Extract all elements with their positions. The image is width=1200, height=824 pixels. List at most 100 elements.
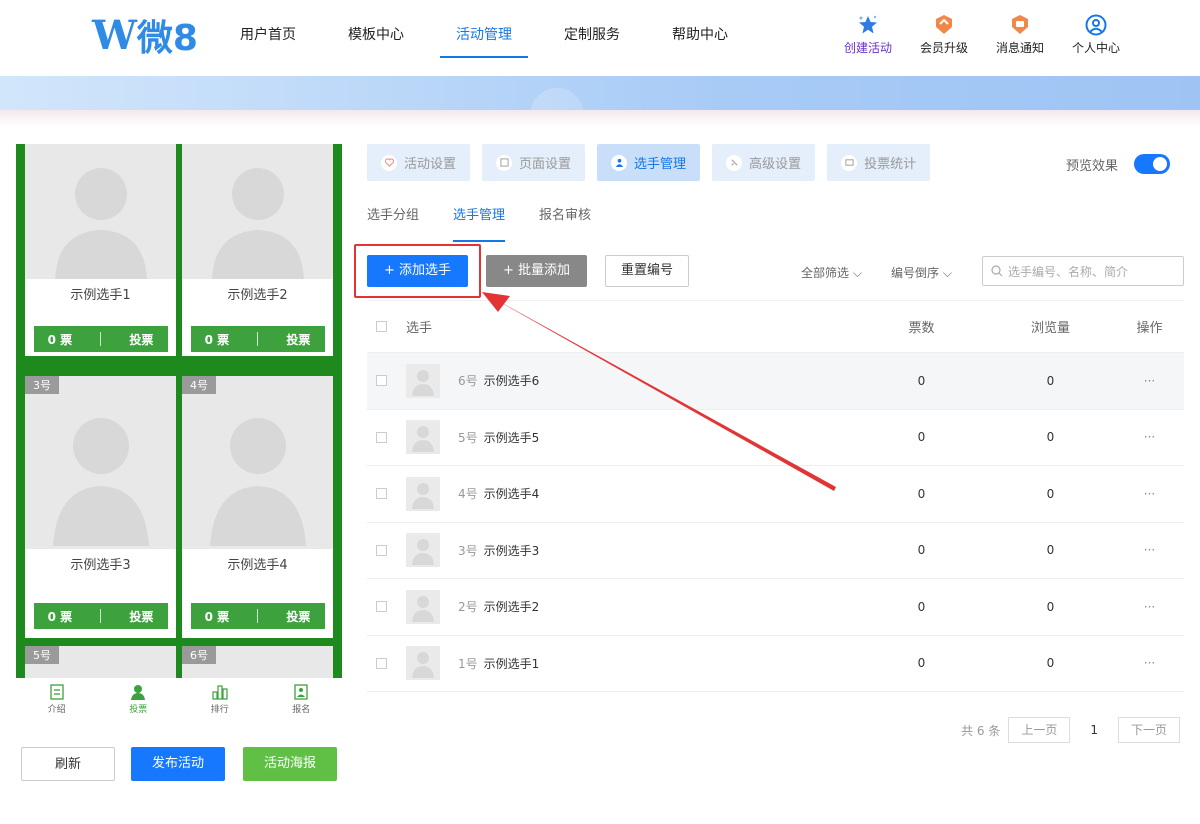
- settings-icon: [726, 154, 743, 171]
- vote-count-cell: 0: [917, 656, 926, 671]
- tab-vote-label: 投票: [129, 704, 148, 715]
- step-advanced-settings[interactable]: 高级设置: [712, 144, 816, 181]
- member-upgrade-button[interactable]: 会员升级: [906, 14, 982, 56]
- vote-button[interactable]: 0 票 投票: [190, 603, 325, 629]
- nav-item-custom[interactable]: 定制服务: [564, 0, 620, 70]
- step-page-settings[interactable]: 页面设置: [482, 144, 586, 181]
- row-checkbox[interactable]: [376, 601, 387, 613]
- search-input[interactable]: 选手编号、名称、简介: [982, 256, 1184, 286]
- step-player-manage[interactable]: 选手管理: [597, 144, 701, 181]
- banner-shadow: [0, 110, 1200, 126]
- nav-item-templates[interactable]: 模板中心: [348, 0, 404, 70]
- vote-count-cell: 0: [917, 599, 926, 614]
- tab-player-groups[interactable]: 选手分组: [367, 205, 419, 241]
- vote-divider: [257, 609, 259, 623]
- nav-item-help[interactable]: 帮助中心: [672, 0, 728, 70]
- tab-rank-label: 排行: [210, 704, 229, 715]
- order-label: 编号倒序: [891, 266, 940, 280]
- header-views: 浏览量: [1030, 321, 1070, 336]
- player-name: 示例选手4: [483, 487, 540, 502]
- person-icon: [130, 684, 146, 700]
- table-row[interactable]: 1号 示例选手1 0 0 ···: [367, 636, 1184, 692]
- vote-button[interactable]: 0 票 投票: [190, 326, 325, 352]
- vote-count: 0 票: [204, 609, 230, 624]
- number-tag: 4号: [182, 376, 216, 394]
- table-row[interactable]: 3号 示例选手3 0 0 ···: [367, 523, 1184, 579]
- row-checkbox[interactable]: [376, 488, 387, 500]
- row-checkbox[interactable]: [376, 431, 387, 443]
- bell-badge-icon: [1009, 14, 1031, 36]
- logo-text: 微8: [136, 18, 198, 59]
- star-icon: [857, 14, 879, 36]
- vote-button[interactable]: 0 票 投票: [33, 603, 168, 629]
- step-label: 高级设置: [749, 157, 802, 172]
- table-row[interactable]: 4号 示例选手4 0 0 ···: [367, 466, 1184, 523]
- poster-button[interactable]: 活动海报: [243, 747, 337, 781]
- message-notice-button[interactable]: 消息通知: [982, 14, 1058, 56]
- tab-rank[interactable]: 排行: [179, 678, 261, 720]
- all-filter-dropdown[interactable]: 全部筛选 ⌵: [801, 264, 862, 281]
- table-header: 选手 票数 浏览量 操作: [367, 300, 1184, 353]
- tab-vote[interactable]: 投票: [98, 678, 180, 720]
- step-vote-stats[interactable]: 投票统计: [827, 144, 931, 181]
- refresh-button[interactable]: 刷新: [21, 747, 115, 781]
- logo-w: W: [92, 11, 137, 59]
- member-upgrade-label: 会员升级: [919, 41, 968, 55]
- tab-intro[interactable]: 介绍: [16, 678, 98, 720]
- avatar: [406, 420, 440, 455]
- avatar-placeholder: [182, 144, 333, 279]
- vote-count-cell: 0: [917, 373, 926, 388]
- order-dropdown[interactable]: 编号倒序 ⌵: [891, 264, 952, 281]
- tab-signup-review[interactable]: 报名审核: [539, 205, 591, 241]
- document-icon: [49, 683, 65, 700]
- prev-page-button[interactable]: 上一页: [1008, 717, 1071, 743]
- heart-icon: [381, 154, 397, 171]
- nav-item-home[interactable]: 用户首页: [240, 0, 296, 70]
- select-all-checkbox[interactable]: [376, 321, 387, 332]
- nav-item-activity[interactable]: 活动管理: [440, 0, 528, 70]
- more-options-icon[interactable]: ···: [1115, 374, 1184, 388]
- next-page-button[interactable]: 下一页: [1117, 717, 1180, 743]
- more-options-icon[interactable]: ···: [1115, 600, 1184, 614]
- player-name: 示例选手2: [483, 600, 540, 615]
- row-checkbox[interactable]: [376, 657, 387, 669]
- tab-player-manage[interactable]: 选手管理: [453, 205, 506, 242]
- more-options-icon[interactable]: ···: [1115, 543, 1184, 557]
- avatar: [406, 533, 440, 568]
- table-row[interactable]: 2号 示例选手2 0 0 ···: [367, 579, 1184, 636]
- preview-card-name: 示例选手4: [182, 549, 333, 583]
- step-activity-settings[interactable]: 活动设置: [367, 144, 471, 181]
- top-header: W 微8 用户首页 模板中心 活动管理 定制服务 帮助中心 创建活动 会员升级 …: [0, 0, 1200, 76]
- preview-switch[interactable]: [1134, 154, 1171, 174]
- reset-number-button[interactable]: 重置编号: [605, 255, 689, 287]
- table-row[interactable]: 5号 示例选手5 0 0 ···: [367, 410, 1184, 466]
- batch-add-button[interactable]: + 批量添加: [486, 255, 587, 287]
- vote-button[interactable]: 0 票 投票: [33, 326, 168, 352]
- player-number: 5号: [458, 430, 478, 445]
- tab-signup[interactable]: 报名: [261, 678, 343, 720]
- vote-label: 投票: [286, 609, 311, 624]
- more-options-icon[interactable]: ···: [1115, 656, 1184, 670]
- publish-button[interactable]: 发布活动: [131, 747, 225, 781]
- player-name: 示例选手3: [483, 543, 540, 558]
- player-table: 选手 票数 浏览量 操作 6号 示例选手6 0 0 ··· 5号 示例选手5 0 0 ··· 4号示…: [367, 300, 1184, 692]
- profile-button[interactable]: 个人中心: [1058, 14, 1134, 56]
- avatar-placeholder: [182, 376, 333, 549]
- more-options-icon[interactable]: ···: [1115, 487, 1184, 501]
- header-votes: 票数: [908, 321, 935, 336]
- avatar-placeholder: [25, 376, 176, 549]
- row-checkbox[interactable]: [376, 375, 387, 387]
- header-banner: [0, 76, 1200, 110]
- vote-divider: [257, 332, 259, 346]
- brand-logo[interactable]: W 微8: [92, 11, 198, 60]
- views-cell: 0: [1046, 430, 1055, 445]
- current-page[interactable]: 1: [1090, 723, 1098, 737]
- more-options-icon[interactable]: ···: [1115, 430, 1184, 444]
- preview-card-name: 示例选手2: [182, 279, 333, 313]
- table-row[interactable]: 6号 示例选手6 0 0 ···: [367, 353, 1184, 410]
- row-checkbox[interactable]: [376, 544, 387, 556]
- page-icon: [496, 154, 513, 171]
- create-activity-button[interactable]: 创建活动: [830, 14, 906, 56]
- chevron-down-icon: ⌵: [942, 266, 952, 280]
- signup-icon: [293, 683, 309, 700]
